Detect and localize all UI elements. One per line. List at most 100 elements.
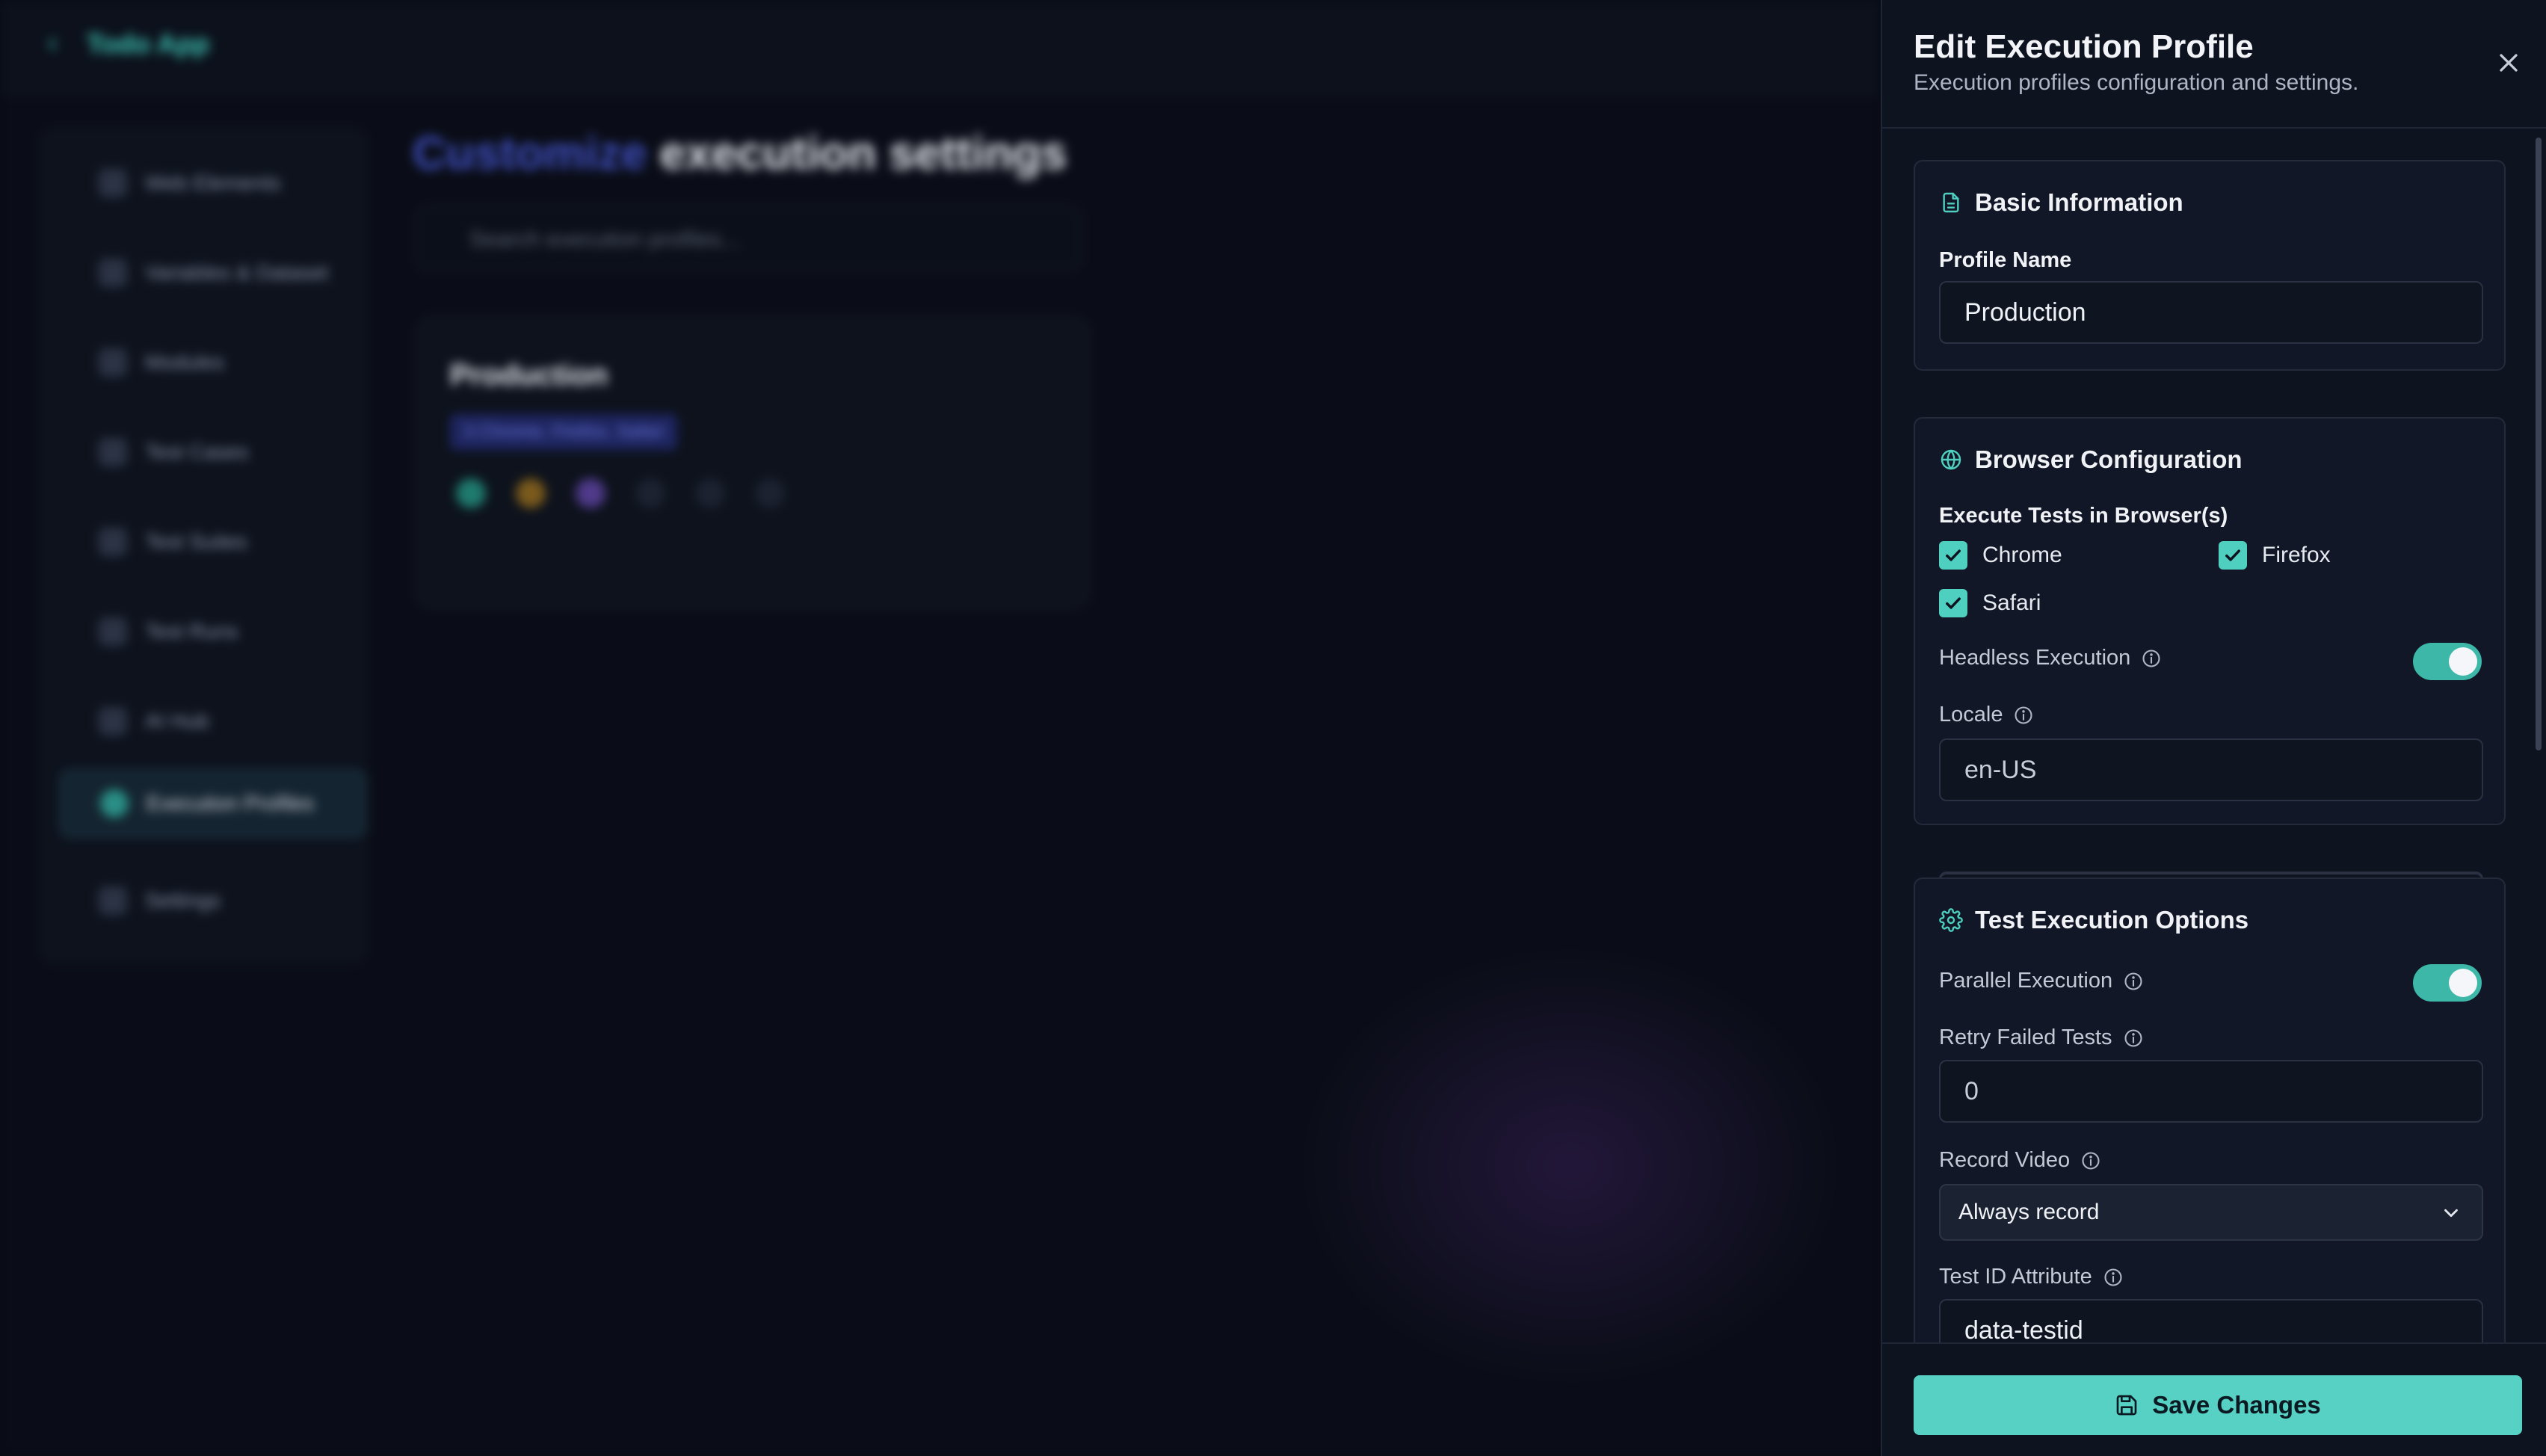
bg-nav-item: Settings xyxy=(60,867,366,934)
chrome-checkbox[interactable] xyxy=(1939,541,1967,570)
safari-label: Safari xyxy=(1982,590,2041,615)
save-icon xyxy=(2116,1395,2137,1416)
firefox-checkbox[interactable] xyxy=(2219,541,2247,570)
chevron-down-icon xyxy=(2444,1209,2458,1218)
parallel-label-text: Parallel Execution xyxy=(1939,969,2113,993)
background-topbar: ‹ Todo App xyxy=(0,0,1881,97)
firefox-label: Firefox xyxy=(2262,543,2331,567)
toggle-knob xyxy=(2449,969,2477,997)
bg-nav-item: Web Elements xyxy=(60,149,366,217)
bg-nav-label: Modules xyxy=(145,351,224,374)
locale-label: Locale xyxy=(1939,703,2034,727)
globe-icon xyxy=(1941,449,1961,470)
bg-nav-label: Test Cases xyxy=(145,440,249,463)
bg-nav-item: Modules xyxy=(60,329,366,396)
bg-nav-item: Variables & Dataset xyxy=(60,239,366,306)
retry-failed-tests-label: Retry Failed Tests xyxy=(1939,1025,2144,1050)
nav-icon xyxy=(99,617,127,646)
record-video-value: Always record xyxy=(1958,1200,2100,1224)
record-video-select[interactable]: Always record xyxy=(1939,1184,2483,1241)
close-button[interactable] xyxy=(2494,48,2524,78)
nav-icon xyxy=(99,259,127,287)
test-id-attribute-label: Test ID Attribute xyxy=(1939,1265,2124,1289)
testid-label-text: Test ID Attribute xyxy=(1939,1265,2092,1289)
background-profile-card: Production 3 Chrome, Firefox, Safari xyxy=(416,317,1090,608)
bg-nav-label: Settings xyxy=(145,889,221,912)
dot xyxy=(755,478,785,508)
close-icon xyxy=(2500,54,2518,72)
toggle-knob xyxy=(2449,647,2477,676)
bg-nav-label: Variables & Dataset xyxy=(145,261,329,284)
chrome-checkbox-row[interactable]: Chrome xyxy=(1939,541,2062,570)
nav-icon xyxy=(99,348,127,377)
headless-execution-label: Headless Execution xyxy=(1939,646,2162,670)
section-heading-text: Test Execution Options xyxy=(1975,906,2249,934)
save-changes-label: Save Changes xyxy=(2152,1391,2321,1419)
card-tag: 3 Chrome, Firefox, Safari xyxy=(450,414,678,450)
nav-icon xyxy=(99,438,127,466)
parallel-execution-toggle[interactable] xyxy=(2413,964,2482,1002)
headless-execution-toggle[interactable] xyxy=(2413,643,2482,680)
panel-subtitle: Execution profiles configuration and set… xyxy=(1914,70,2359,95)
info-icon[interactable] xyxy=(2141,648,2162,669)
browsers-label: Execute Tests in Browser(s) xyxy=(1939,504,2228,528)
safari-checkbox-row[interactable]: Safari xyxy=(1939,589,2041,617)
bg-nav-label: Test Runs xyxy=(145,620,238,643)
gear-icon xyxy=(1939,908,1963,932)
firefox-dot xyxy=(516,478,546,508)
nav-icon xyxy=(100,789,129,818)
bg-nav-item: Test Suites xyxy=(60,508,366,576)
retry-label-text: Retry Failed Tests xyxy=(1939,1025,2112,1049)
section-heading-text: Browser Configuration xyxy=(1975,445,2243,473)
info-icon[interactable] xyxy=(2103,1267,2124,1288)
section-heading: Test Execution Options xyxy=(1939,906,2248,934)
card-title: Production xyxy=(450,359,608,392)
save-changes-button[interactable]: Save Changes xyxy=(1914,1375,2522,1435)
bg-nav-item-active: Execution Profiles xyxy=(60,770,366,837)
parallel-execution-label: Parallel Execution xyxy=(1939,969,2144,993)
bg-nav-item: AI Hub xyxy=(60,688,366,755)
heading-rest: execution settings xyxy=(659,128,1067,179)
record-video-label: Record Video xyxy=(1939,1148,2101,1173)
back-arrow-icon: ‹ xyxy=(48,27,58,58)
bg-nav-label: Execution Profiles xyxy=(147,792,315,815)
info-icon[interactable] xyxy=(2080,1150,2101,1171)
bg-nav-item: Test Runs xyxy=(60,598,366,665)
panel-title: Edit Execution Profile xyxy=(1914,28,2254,65)
test-id-attribute-input[interactable]: data-testid xyxy=(1939,1299,2483,1342)
profile-name-input[interactable]: Production xyxy=(1939,281,2483,344)
record-label-text: Record Video xyxy=(1939,1148,2071,1172)
edit-profile-panel: Edit Execution Profile Execution profile… xyxy=(1881,0,2546,1456)
locale-input[interactable]: en-US xyxy=(1939,738,2483,801)
chrome-label: Chrome xyxy=(1982,543,2062,567)
retry-failed-tests-input[interactable]: 0 xyxy=(1939,1060,2483,1123)
browser-dots xyxy=(456,478,785,508)
chrome-dot xyxy=(456,478,486,508)
bg-nav-label: Web Elements xyxy=(145,171,281,194)
info-icon[interactable] xyxy=(2123,1028,2144,1049)
app-name: Todo App xyxy=(87,28,209,59)
background-search: Search execution profiles... xyxy=(416,206,1081,271)
section-heading: Basic Information xyxy=(1939,188,2183,217)
check-icon xyxy=(1946,549,1961,561)
search-placeholder: Search execution profiles... xyxy=(469,227,740,252)
info-icon[interactable] xyxy=(2013,705,2034,726)
panel-scroll-area[interactable]: Basic Information Profile Name Productio… xyxy=(1882,130,2546,1342)
locale-label-text: Locale xyxy=(1939,703,2003,727)
firefox-checkbox-row[interactable]: Firefox xyxy=(2219,541,2331,570)
dot xyxy=(635,478,665,508)
check-icon xyxy=(1946,597,1961,609)
background-heading: Customize execution settings xyxy=(413,127,1067,180)
bg-nav-label: Test Suites xyxy=(145,530,247,553)
heading-accent: Customize xyxy=(413,128,647,179)
browser-configuration-section: Browser Configuration Execute Tests in B… xyxy=(1914,417,2506,936)
headless-label-text: Headless Execution xyxy=(1939,646,2131,670)
bg-nav-label: AI Hub xyxy=(145,709,209,732)
check-icon xyxy=(2225,549,2240,561)
info-icon[interactable] xyxy=(2123,971,2144,992)
safari-checkbox[interactable] xyxy=(1939,589,1967,617)
safari-dot xyxy=(576,478,605,508)
panel-header: Edit Execution Profile Execution profile… xyxy=(1882,0,2546,129)
panel-scrollbar[interactable] xyxy=(2536,138,2542,750)
section-heading: Browser Configuration xyxy=(1939,445,2243,474)
